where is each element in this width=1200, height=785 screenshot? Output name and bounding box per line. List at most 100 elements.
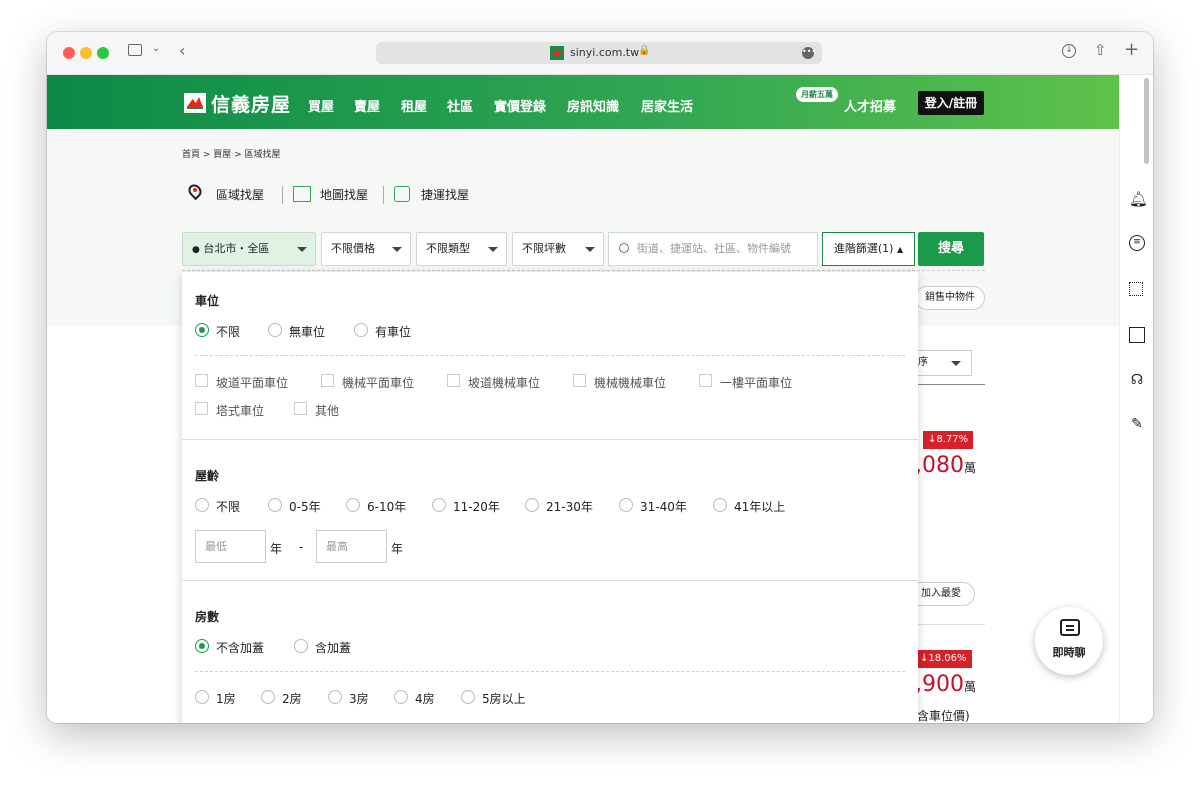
on-sale-filter-chip[interactable]: 銷售中物件 (915, 286, 985, 310)
age-range-dash: - (299, 540, 304, 554)
nav-buy[interactable]: 買屋 (308, 96, 334, 115)
parking-type-ground-flat[interactable]: 一樓平面車位 (699, 374, 792, 391)
parking-type-tower[interactable]: 塔式車位 (195, 402, 264, 419)
price-unit: 萬 (963, 680, 976, 694)
divider (195, 671, 905, 672)
search-placeholder: 街道、捷運站、社區、物件編號 (637, 242, 791, 255)
option-label: 41年以上 (734, 500, 786, 514)
parking-type-other[interactable]: 其他 (294, 402, 339, 419)
chat-icon (1060, 619, 1080, 636)
tab-divider (282, 186, 283, 204)
parking-option-none[interactable]: 無車位 (268, 323, 325, 340)
tab-divider (383, 186, 384, 204)
rooms-count-1[interactable]: 1房 (195, 690, 236, 707)
address-bar[interactable]: sinyi.com.tw 🔒 ••• (376, 42, 822, 64)
rooms-count-2[interactable]: 2房 (261, 690, 302, 707)
store-icon[interactable] (1129, 327, 1145, 343)
sort-select[interactable]: 序 (915, 350, 972, 376)
age-max-input[interactable]: 最高 (316, 530, 387, 563)
new-tab-icon[interactable]: + (1124, 39, 1139, 60)
search-icon (619, 243, 629, 253)
parking-option-has[interactable]: 有車位 (354, 323, 411, 340)
search-button[interactable]: 搜尋 (918, 232, 984, 266)
parking-type-mech-flat[interactable]: 機械平面車位 (321, 374, 414, 391)
sinyi-logo-icon[interactable] (184, 93, 206, 113)
minimize-window-button[interactable] (80, 47, 92, 59)
login-button[interactable]: 登入/註冊 (918, 91, 984, 115)
age-option-any[interactable]: 不限 (195, 498, 240, 515)
parking-section-title: 車位 (195, 294, 220, 308)
size-value: 不限坪數 (522, 242, 566, 255)
age-option-6-10[interactable]: 6-10年 (346, 498, 406, 515)
age-option-41-plus[interactable]: 41年以上 (713, 498, 785, 515)
download-icon[interactable]: ↓ (1062, 44, 1076, 58)
option-label: 無車位 (289, 325, 326, 339)
site-logo-text[interactable]: 信義房屋 (211, 90, 291, 117)
checkbox (195, 402, 208, 415)
rooms-count-4[interactable]: 4房 (394, 690, 435, 707)
option-label: 5房以上 (482, 692, 526, 706)
parking-type-mech-mech[interactable]: 機械機械車位 (573, 374, 666, 391)
nav-price-registry[interactable]: 實價登錄 (494, 96, 546, 115)
lock-icon: 🔒 (638, 45, 651, 56)
browser-toolbar: ⌄ ‹ sinyi.com.tw 🔒 ••• ↓ ⇧ + (47, 32, 1153, 75)
rooms-option-exclude-addon[interactable]: 不含加蓋 (195, 639, 264, 656)
radio (195, 498, 209, 512)
checkbox (699, 374, 712, 387)
size-select[interactable]: 不限坪數 (512, 232, 604, 266)
nav-community[interactable]: 社區 (447, 96, 473, 115)
rooms-count-3[interactable]: 3房 (328, 690, 369, 707)
zoom-window-button[interactable] (97, 47, 109, 59)
region-select[interactable]: ● 台北市・全區 (182, 232, 316, 266)
advanced-filter-button[interactable]: 進階篩選(1) ▲ (822, 232, 915, 266)
share-icon[interactable]: ⇧ (1094, 41, 1107, 59)
parking-option-any[interactable]: 不限 (195, 323, 240, 340)
headset-icon[interactable]: ☊ (1129, 372, 1145, 388)
back-icon[interactable]: ‹ (179, 41, 185, 60)
caret-down-icon (951, 361, 961, 366)
type-select[interactable]: 不限類型 (416, 232, 507, 266)
list-icon[interactable]: ≡ (1129, 235, 1145, 251)
parking-type-ramp-mech[interactable]: 坡道機械車位 (447, 374, 540, 391)
keyword-search-input[interactable]: 街道、捷運站、社區、物件編號 (608, 232, 818, 266)
edit-icon[interactable]: ✎ (1129, 416, 1145, 432)
scrollbar[interactable] (1144, 78, 1149, 164)
live-chat-button[interactable]: 即時聊 (1035, 607, 1103, 675)
qr-code-icon[interactable] (1129, 282, 1143, 296)
radio-selected (195, 639, 209, 653)
rooms-section-title: 房數 (195, 610, 220, 624)
nav-rent[interactable]: 租屋 (401, 96, 427, 115)
breadcrumb[interactable]: 首頁 > 買屋 > 區域找屋 (182, 147, 281, 160)
close-window-button[interactable] (63, 47, 75, 59)
price-value: ,900 (915, 672, 964, 697)
radio (354, 323, 368, 337)
nav-sell[interactable]: 賣屋 (354, 96, 380, 115)
rooms-count-5-plus[interactable]: 5房以上 (461, 690, 526, 707)
bell-icon[interactable]: 🔔︎ (1129, 190, 1148, 208)
age-min-input[interactable]: 最低 (195, 530, 266, 563)
divider (915, 624, 985, 625)
parking-type-ramp-flat[interactable]: 坡道平面車位 (195, 374, 288, 391)
price-note: 含車位價) (917, 709, 970, 723)
price-unit: 萬 (963, 461, 976, 475)
chevron-down-icon[interactable]: ⌄ (152, 43, 160, 54)
option-label: 有車位 (375, 325, 412, 339)
age-option-11-20[interactable]: 11-20年 (432, 498, 500, 515)
age-option-0-5[interactable]: 0-5年 (268, 498, 321, 515)
tab-label: 捷運找屋 (421, 188, 470, 202)
option-label: 0-5年 (289, 500, 321, 514)
nav-news[interactable]: 房訊知識 (567, 96, 619, 115)
chat-label: 即時聊 (1052, 646, 1086, 659)
price-select[interactable]: 不限價格 (321, 232, 411, 266)
more-icon[interactable]: ••• (802, 47, 816, 59)
advanced-filter-label: 進階篩選(1) (833, 242, 894, 255)
sidebar-toggle-icon[interactable] (128, 44, 142, 56)
nav-living[interactable]: 居家生活 (641, 96, 693, 115)
age-option-21-30[interactable]: 21-30年 (525, 498, 593, 515)
price-value: 不限價格 (331, 242, 375, 255)
radio (432, 498, 446, 512)
site-header: 信義房屋 買屋 賣屋 租屋 社區 實價登錄 房訊知識 居家生活 月薪五萬 人才招… (47, 75, 1119, 129)
rooms-option-include-addon[interactable]: 含加蓋 (294, 639, 351, 656)
age-option-31-40[interactable]: 31-40年 (619, 498, 687, 515)
nav-careers[interactable]: 人才招募 (844, 96, 896, 115)
